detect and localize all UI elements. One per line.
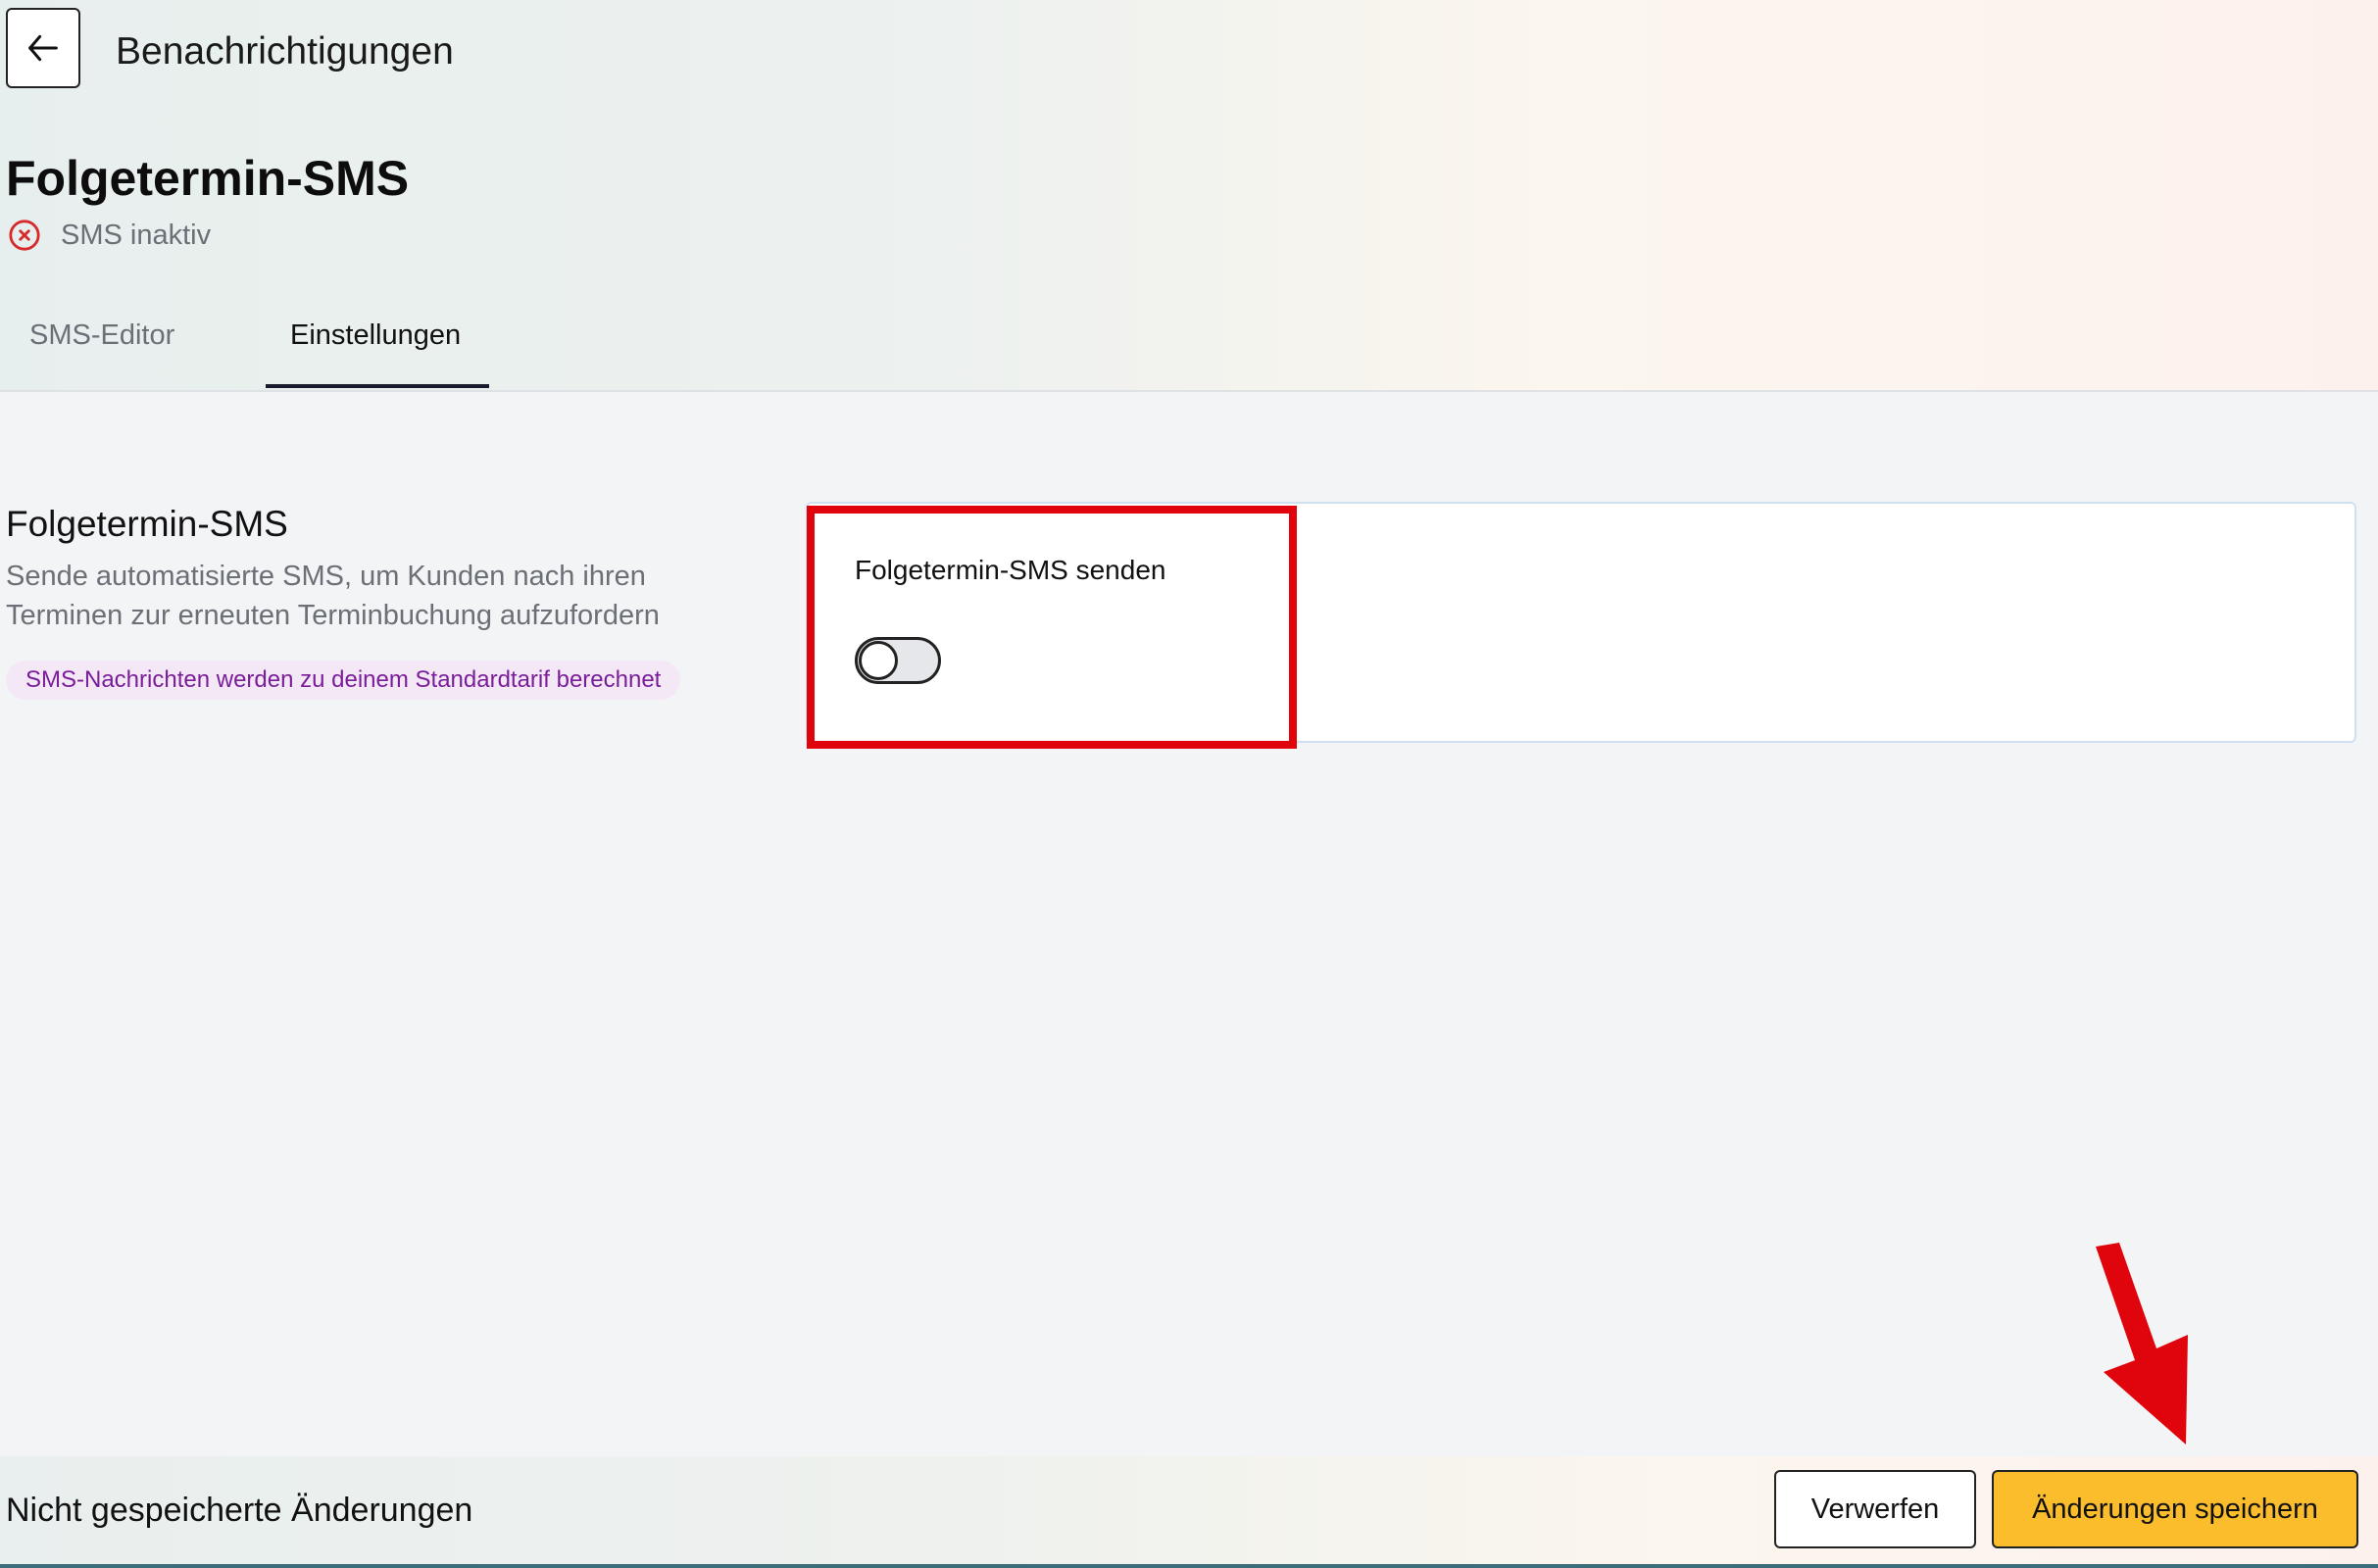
save-changes-button[interactable]: Änderungen speichern <box>1992 1470 2358 1548</box>
status-indicator: SMS inaktiv <box>8 216 211 255</box>
pricing-badge: SMS-Nachrichten werden zu deinem Standar… <box>6 661 681 700</box>
breadcrumb-title: Benachrichtigungen <box>116 30 454 73</box>
tab-sms-editor[interactable]: SMS-Editor <box>29 312 174 359</box>
send-sms-label: Folgetermin-SMS senden <box>855 555 1166 585</box>
unsaved-changes-text: Nicht gespeicherte Änderungen <box>6 1492 473 1529</box>
active-tab-indicator <box>266 384 489 388</box>
status-text: SMS inaktiv <box>61 219 212 251</box>
send-sms-toggle[interactable] <box>855 637 941 684</box>
section-description: Sende automatisierte SMS, um Kunden nach… <box>6 561 660 631</box>
section-title: Folgetermin-SMS <box>6 504 288 544</box>
red-arrow-down-icon <box>2096 1243 2188 1445</box>
back-button[interactable] <box>6 8 80 88</box>
toggle-knob <box>859 641 898 680</box>
arrow-left-icon <box>28 34 58 62</box>
settings-card <box>806 502 2356 743</box>
discard-button[interactable]: Verwerfen <box>1774 1470 1976 1548</box>
page-title: Folgetermin-SMS <box>6 151 410 206</box>
tab-settings[interactable]: Einstellungen <box>290 312 461 359</box>
x-circle-icon <box>9 220 40 251</box>
